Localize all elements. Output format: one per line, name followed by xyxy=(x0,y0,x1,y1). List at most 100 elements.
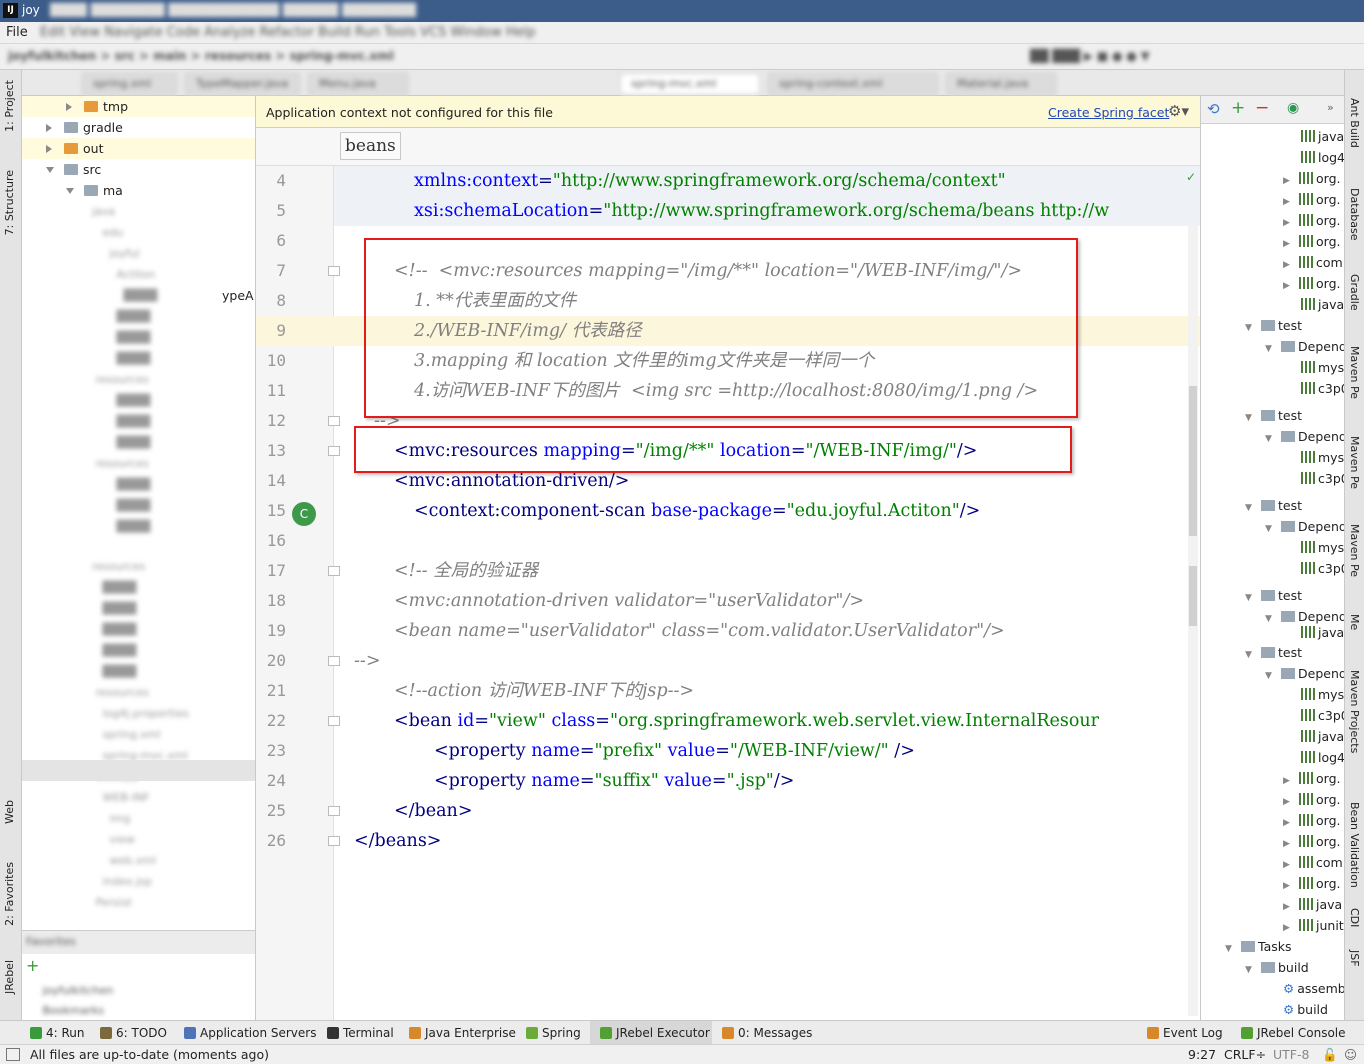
maven-tree-item[interactable]: c3p0 xyxy=(1301,468,1344,489)
expand-arrow-icon[interactable]: ▼ xyxy=(1245,960,1261,981)
right-stripe-tab[interactable]: Maven Pe xyxy=(1348,524,1361,577)
maven-tree-item[interactable]: ▼ test xyxy=(1245,315,1302,336)
maven-tree-item[interactable]: mys xyxy=(1301,684,1344,705)
right-stripe-tab[interactable]: JSF xyxy=(1348,950,1361,967)
expand-arrow-icon[interactable]: ▼ xyxy=(1265,339,1281,360)
tool-window-button[interactable]: JRebel Console xyxy=(1241,1026,1346,1040)
maven-tree-item[interactable]: ▶ org. xyxy=(1283,873,1340,894)
code-line[interactable]: <context:component-scan base-package="ed… xyxy=(414,496,980,526)
tool-window-button[interactable]: 0: Messages xyxy=(722,1026,812,1040)
tab-blurred-1[interactable]: spring.xml xyxy=(82,73,177,95)
maven-tree-item[interactable]: c3p0 xyxy=(1301,378,1344,399)
maven-tree-item[interactable]: mys xyxy=(1301,537,1344,558)
expand-arrow-icon[interactable]: ▼ xyxy=(1225,939,1241,960)
code-line[interactable]: <bean id="view" class="org.springframewo… xyxy=(394,706,1099,736)
expand-arrow-icon[interactable]: ▼ xyxy=(1265,666,1281,687)
right-stripe-tab[interactable]: Bean Validation xyxy=(1348,802,1361,888)
hector-icon[interactable]: ☺ xyxy=(1344,1047,1357,1062)
maven-tree-item[interactable]: java xyxy=(1301,622,1344,643)
right-stripe-tab[interactable]: Maven Pe xyxy=(1348,436,1361,489)
expand-arrow-icon[interactable]: ▼ xyxy=(1245,588,1261,609)
maven-tree-item[interactable]: ▶ org. xyxy=(1283,210,1340,231)
collapse-arrow-icon[interactable] xyxy=(46,145,52,153)
maven-tree-item[interactable]: ▶ junit xyxy=(1283,915,1344,936)
maven-tree-item[interactable]: ▼ test xyxy=(1245,495,1302,516)
tool-window-button[interactable]: Application Servers xyxy=(184,1026,316,1040)
left-stripe-tab[interactable]: 2: Favorites xyxy=(3,862,16,926)
tool-window-button[interactable]: Event Log xyxy=(1147,1026,1223,1040)
maven-tree-item[interactable]: ▶ org. xyxy=(1283,831,1340,852)
expand-arrow-icon[interactable]: ▼ xyxy=(1245,318,1261,339)
maven-tree-item[interactable]: ▶ org. xyxy=(1283,789,1340,810)
maven-tree-item[interactable]: ▶ com xyxy=(1283,252,1343,273)
left-stripe-tab[interactable]: 7: Structure xyxy=(3,170,16,235)
tab-active-blurred[interactable]: spring-mvc.xml xyxy=(620,73,760,95)
maven-tree-item[interactable]: ▼ build xyxy=(1245,957,1309,978)
code-line[interactable]: </beans> xyxy=(354,826,441,856)
tree-item[interactable]: ma xyxy=(22,180,255,201)
lock-icon[interactable]: 🔓 xyxy=(1322,1047,1338,1063)
maven-tree-item[interactable]: log4 xyxy=(1301,747,1344,768)
remove-icon[interactable]: − xyxy=(1255,98,1269,118)
tab-blurred-3[interactable]: Menu.java xyxy=(308,73,408,95)
expand-arrow-icon[interactable]: ▼ xyxy=(1265,519,1281,540)
maven-tree-item[interactable]: ▼ test xyxy=(1245,585,1302,606)
collapse-arrow-icon[interactable]: ▶ xyxy=(1283,276,1299,297)
refresh-icon[interactable]: ⟲ xyxy=(1207,100,1220,118)
code-line[interactable]: <mvc:annotation-driven validator="userVa… xyxy=(394,586,864,616)
expand-arrow-icon[interactable]: ▼ xyxy=(1265,609,1281,630)
tab-blurred-5[interactable]: Material.java xyxy=(946,73,1056,95)
maven-tree-item[interactable]: ▶ org. xyxy=(1283,273,1340,294)
expand-arrow-icon[interactable]: ▼ xyxy=(1245,408,1261,429)
fold-marker-icon[interactable] xyxy=(328,566,340,576)
maven-tree-item[interactable]: c3p0 xyxy=(1301,705,1344,726)
tool-window-button[interactable]: 4: Run xyxy=(30,1026,85,1040)
file-encoding[interactable]: UTF-8 xyxy=(1273,1047,1309,1062)
tool-window-button[interactable]: Terminal xyxy=(327,1026,394,1040)
maven-tree-item[interactable]: ▶ org. xyxy=(1283,231,1340,252)
create-spring-facet-link[interactable]: Create Spring facet xyxy=(1048,105,1169,120)
fold-marker-icon[interactable] xyxy=(328,416,340,426)
maven-tree-item[interactable]: ▼ Depend xyxy=(1265,336,1344,357)
code-line[interactable]: --> xyxy=(354,646,381,676)
caret-position[interactable]: 9:27 xyxy=(1188,1047,1216,1062)
code-line[interactable]: <property name="suffix" value=".jsp"/> xyxy=(434,766,794,796)
right-stripe-tab[interactable]: Gradle xyxy=(1348,274,1361,311)
right-stripe-tab[interactable]: Me xyxy=(1348,614,1361,630)
maven-tree-item[interactable]: log4 xyxy=(1301,147,1344,168)
line-separator[interactable]: CRLF÷ xyxy=(1224,1047,1266,1062)
expand-arrow-icon[interactable] xyxy=(46,167,54,173)
expand-arrow-icon[interactable] xyxy=(66,188,74,194)
maven-tree-item[interactable]: ▶ com xyxy=(1283,852,1343,873)
fold-marker-icon[interactable] xyxy=(328,446,340,456)
maven-tree-item[interactable]: ▼ Tasks xyxy=(1225,936,1292,957)
tool-window-button[interactable]: JRebel Executor xyxy=(600,1026,710,1040)
maven-tree-item[interactable]: ⚙ build xyxy=(1283,999,1328,1020)
maven-tree-item[interactable]: ▼ Depend xyxy=(1265,516,1344,537)
right-stripe-tab[interactable]: CDI xyxy=(1348,908,1361,927)
fold-marker-icon[interactable] xyxy=(328,806,340,816)
maven-tree-item[interactable]: mys xyxy=(1301,357,1344,378)
code-line[interactable]: xsi:schemaLocation="http://www.springfra… xyxy=(414,196,1109,226)
tool-window-button[interactable]: 6: TODO xyxy=(100,1026,167,1040)
maven-tree-item[interactable]: c3p0 xyxy=(1301,558,1344,579)
right-stripe-tab[interactable]: Maven Projects xyxy=(1348,670,1361,753)
gear-icon[interactable]: ⚙▾ xyxy=(1168,102,1189,120)
code-line[interactable]: <property name="prefix" value="/WEB-INF/… xyxy=(434,736,915,766)
tree-item[interactable]: tmp xyxy=(22,96,255,117)
right-stripe-tab[interactable]: Database xyxy=(1348,188,1361,241)
maven-tree-item[interactable]: mys xyxy=(1301,447,1344,468)
fold-marker-icon[interactable] xyxy=(328,266,340,276)
tree-item[interactable]: src xyxy=(22,159,255,180)
left-stripe-tab[interactable]: 1: Project xyxy=(3,80,16,132)
tree-item[interactable]: gradle xyxy=(22,117,255,138)
more-icon[interactable]: » xyxy=(1327,101,1334,114)
tab-blurred-4[interactable]: spring-context.xml xyxy=(768,73,938,95)
fold-marker-icon[interactable] xyxy=(328,836,340,846)
breadcrumb-beans[interactable]: beans xyxy=(340,132,401,160)
expand-arrow-icon[interactable]: ▼ xyxy=(1265,429,1281,450)
maven-tree-item[interactable]: ▼ Depend xyxy=(1265,663,1344,684)
maven-tree-item[interactable]: java xyxy=(1301,294,1344,315)
maven-tree-item[interactable]: java xyxy=(1301,726,1344,747)
execute-icon[interactable]: ◉ xyxy=(1287,100,1299,116)
